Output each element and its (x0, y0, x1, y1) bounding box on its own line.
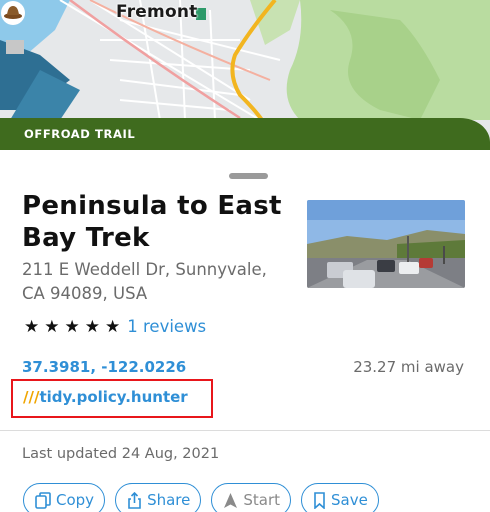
place-address: 211 E Weddell Dr, Sunnyvale, CA 94089, U… (22, 260, 267, 303)
action-buttons: Copy Share Start Save (23, 483, 389, 512)
category-label: OFFROAD TRAIL (24, 127, 136, 141)
place-title: Peninsula to East Bay Trek (22, 191, 282, 253)
category-banner: OFFROAD TRAIL (0, 118, 490, 150)
distance-label: 23.27 mi away (353, 358, 464, 376)
bookmark-icon (314, 491, 325, 509)
save-label: Save (331, 491, 368, 509)
sheet-drag-handle[interactable] (229, 173, 268, 179)
reviews-link[interactable]: 1 reviews (127, 317, 206, 336)
coordinates-link[interactable]: 37.3981, -122.0226 (22, 358, 186, 376)
save-button[interactable]: Save (301, 483, 379, 512)
what3words-prefix: /// (23, 388, 40, 406)
share-label: Share (147, 491, 191, 509)
start-button[interactable]: Start (211, 483, 292, 512)
map-view[interactable]: Fremont OFFROAD TRAIL (0, 0, 490, 150)
map-city-label: Fremont (116, 2, 198, 22)
place-photo-image (307, 200, 465, 288)
place-photo[interactable] (307, 200, 465, 288)
place-details-sheet: Peninsula to East Bay Trek 211 E Weddell… (0, 150, 490, 512)
share-icon (128, 491, 141, 509)
star-icon: ★ (105, 316, 121, 337)
copy-button[interactable]: Copy (23, 483, 106, 512)
what3words-link[interactable]: ///tidy.policy.hunter (23, 388, 188, 406)
star-icon: ★ (44, 316, 60, 337)
last-updated: Last updated 24 Aug, 2021 (22, 446, 220, 462)
star-icon: ★ (64, 316, 80, 337)
star-icon: ★ (24, 316, 40, 337)
star-icon: ★ (84, 316, 100, 337)
copy-label: Copy (56, 491, 95, 509)
navigate-arrow-icon (224, 492, 238, 508)
divider (0, 430, 490, 431)
location-pin-icon[interactable] (0, 0, 26, 26)
start-label: Start (243, 491, 281, 509)
what3words-address: tidy.policy.hunter (39, 388, 188, 406)
rating-row[interactable]: ★ ★ ★ ★ ★ 1 reviews (24, 317, 206, 336)
copy-icon (35, 491, 51, 509)
share-button[interactable]: Share (115, 483, 202, 512)
